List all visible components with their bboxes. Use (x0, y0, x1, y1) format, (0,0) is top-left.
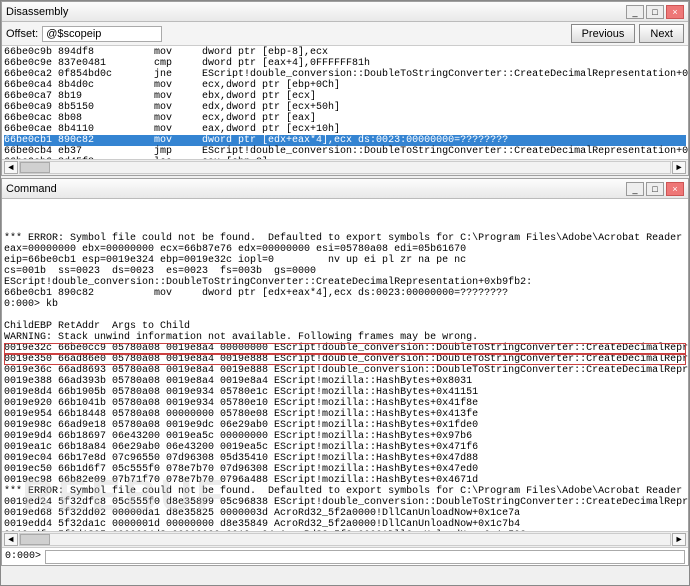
text-line: 0019e32c 66be0cc9 05780a08 0019e8a4 0000… (4, 343, 686, 354)
text-line: 0019e920 66b1041b 05780a08 0019e934 0578… (4, 398, 686, 409)
cmd-minimize-icon[interactable]: _ (626, 182, 644, 196)
text-line: 66be0ca2 0f854bd0c jne EScript!double_co… (4, 69, 686, 80)
text-line: 0019e98c 66ad9e18 05780a08 0019e9dc 06e2… (4, 420, 686, 431)
scroll-track[interactable] (19, 533, 671, 546)
disasm-close-icon[interactable]: × (666, 5, 684, 19)
text-line: 66be0c9b 894df8 mov dword ptr [ebp-8],ec… (4, 47, 686, 58)
next-button[interactable]: Next (639, 24, 684, 43)
text-line: 66be0cb1 890c82 mov dword ptr [edx+eax*4… (4, 135, 686, 146)
text-line: 0019edd4 5f32da1c 0000001d 00000000 d8e3… (4, 519, 686, 530)
command-titlebar: Command _ □ × (2, 179, 688, 199)
command-output[interactable]: *** ERROR: Symbol file could not be foun… (2, 199, 688, 531)
disassembly-pane: Disassembly _ □ × Offset: Previous Next … (1, 1, 689, 176)
scroll-left-icon[interactable]: ◄ (4, 161, 18, 174)
scroll-track[interactable] (19, 161, 671, 174)
text-line: *** ERROR: Symbol file could not be foun… (4, 486, 686, 497)
text-line: eip=66be0cb1 esp=0019e324 ebp=0019e32c i… (4, 255, 686, 266)
text-line: 0019ed24 5f32dfc8 05c555f0 d8e35899 05c9… (4, 497, 686, 508)
disasm-maximize-icon[interactable]: □ (646, 5, 664, 19)
text-line: 66be0ca4 8b4d0c mov ecx,dword ptr [ebp+0… (4, 80, 686, 91)
text-line: 0019e350 66ad86e0 05780a08 0019e8a4 0019… (4, 354, 686, 365)
text-line: 0019e388 66ad393b 05780a08 0019e8a4 0019… (4, 376, 686, 387)
text-line: 0:000> kb (4, 299, 686, 310)
text-line: 66be0ca7 8b19 mov ebx,dword ptr [ecx] (4, 91, 686, 102)
text-line: 0019ec04 66b17e8d 07c96550 07d96308 05d3… (4, 453, 686, 464)
text-line: eax=00000000 ebx=00000000 ecx=66b87e76 e… (4, 244, 686, 255)
text-line: 66be0cb4 eb37 jmp EScript!double_convers… (4, 146, 686, 157)
previous-button[interactable]: Previous (571, 24, 636, 43)
cmd-scrollbar[interactable]: ◄ ► (2, 531, 688, 547)
disasm-scrollbar[interactable]: ◄ ► (2, 159, 688, 175)
command-pane: Command _ □ × *** ERROR: Symbol file cou… (1, 178, 689, 566)
command-title: Command (6, 183, 57, 195)
text-line: ChildEBP RetAddr Args to Child (4, 321, 686, 332)
text-line: 66be0c9e 837e0481 cmp dword ptr [eax+4],… (4, 58, 686, 69)
text-line: 0019e36c 66ad8693 05780a08 0019e8a4 0019… (4, 365, 686, 376)
text-line: 0019e9d4 66b18697 06e43200 0019ea5c 0000… (4, 431, 686, 442)
disasm-title: Disassembly (6, 6, 68, 18)
cmd-close-icon[interactable]: × (666, 182, 684, 196)
text-line: WARNING: Stack unwind information not av… (4, 332, 686, 343)
cmd-maximize-icon[interactable]: □ (646, 182, 664, 196)
text-line: 0019ec98 66b82e09 07b71f70 078e7b70 0796… (4, 475, 686, 486)
text-line: 0019edfc 5f2d1395 0000004d3 00000000 001… (4, 530, 686, 531)
text-line: 66be0ca9 8b5150 mov edx,dword ptr [ecx+5… (4, 102, 686, 113)
text-line: 66be0cae 8b4110 mov eax,dword ptr [ecx+1… (4, 124, 686, 135)
command-input-row: 0:000> (2, 547, 688, 565)
text-line (4, 310, 686, 321)
text-line: 0019ed68 5f32dd02 00000da1 d8e35825 0000… (4, 508, 686, 519)
text-line: 0019e954 66b18448 05780a08 00000000 0578… (4, 409, 686, 420)
text-line: 66be0cb1 890c82 mov dword ptr [edx+eax*4… (4, 288, 686, 299)
scroll-thumb[interactable] (20, 534, 50, 545)
scroll-thumb[interactable] (20, 162, 50, 173)
command-prompt: 0:000> (5, 551, 41, 562)
scroll-right-icon[interactable]: ► (672, 533, 686, 546)
offset-input[interactable] (42, 26, 162, 42)
text-line: 66be0cb6 8d45f8 lea eax,[ebp-8] (4, 157, 686, 159)
disasm-toolbar: Offset: Previous Next (2, 22, 688, 46)
text-line: 0019e8d4 66b1905b 05780a08 0019e934 0578… (4, 387, 686, 398)
text-line: *** ERROR: Symbol file could not be foun… (4, 233, 686, 244)
text-line: cs=001b ss=0023 ds=0023 es=0023 fs=003b … (4, 266, 686, 277)
scroll-left-icon[interactable]: ◄ (4, 533, 18, 546)
text-line: 66be0cac 8b08 mov ecx,dword ptr [eax] (4, 113, 686, 124)
command-input[interactable] (45, 550, 685, 564)
offset-label: Offset: (6, 28, 38, 40)
text-line: 0019ea1c 66b18a84 06e29ab0 06e43200 0019… (4, 442, 686, 453)
disasm-minimize-icon[interactable]: _ (626, 5, 644, 19)
text-line: EScript!double_conversion::DoubleToStrin… (4, 277, 686, 288)
scroll-right-icon[interactable]: ► (672, 161, 686, 174)
disasm-body[interactable]: 66be0c9b 894df8 mov dword ptr [ebp-8],ec… (2, 46, 688, 159)
text-line: 0019ec50 66b1d6f7 05c555f0 078e7b70 07d9… (4, 464, 686, 475)
disasm-titlebar: Disassembly _ □ × (2, 2, 688, 22)
